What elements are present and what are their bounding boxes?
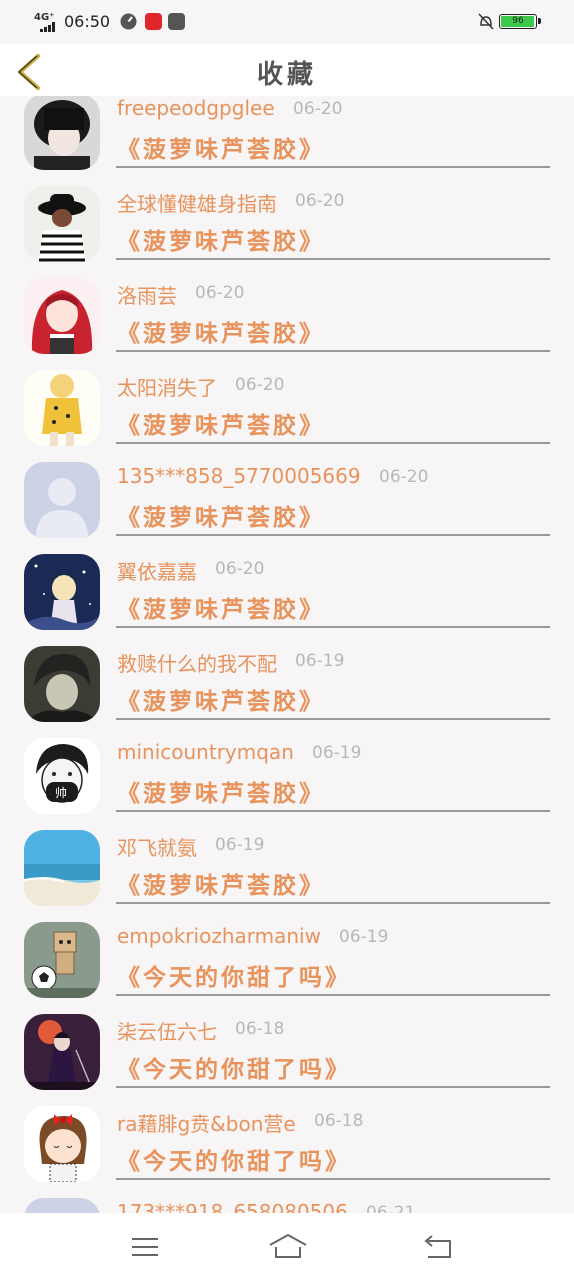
book-title-link[interactable]: 《菠萝味芦荟胶》 <box>117 682 325 716</box>
battery-icon: 96 <box>499 14 541 29</box>
book-title-link[interactable]: 《菠萝味芦荟胶》 <box>117 590 325 624</box>
book-title-link[interactable]: 《菠萝味芦荟胶》 <box>117 406 325 440</box>
user-avatar[interactable] <box>24 830 100 906</box>
favorite-row[interactable]: 太阳消失了 06-20 《菠萝味芦荟胶》 <box>0 368 574 460</box>
row-divider <box>116 442 550 444</box>
home-icon <box>269 1233 307 1258</box>
book-title-link[interactable]: 《菠萝味芦荟胶》 <box>117 130 325 164</box>
user-name[interactable]: 救赎什么的我不配 <box>117 648 277 677</box>
row-divider <box>116 1086 550 1088</box>
user-name[interactable]: 135***858_5770005669 <box>117 464 361 488</box>
user-avatar[interactable] <box>24 186 100 262</box>
signal-bars-icon <box>40 22 55 32</box>
row-divider <box>116 718 550 720</box>
svg-text:帅: 帅 <box>55 786 67 800</box>
user-name[interactable]: 173***918_658080506 <box>117 1200 348 1213</box>
favorite-row[interactable]: 全球懂健雄身指南 06-20 《菠萝味芦荟胶》 <box>0 184 574 276</box>
menu-icon <box>132 1238 158 1256</box>
user-name[interactable]: 全球懂健雄身指南 <box>117 188 277 217</box>
user-avatar[interactable] <box>24 1198 100 1213</box>
header: 收藏 <box>0 44 574 96</box>
favorite-row[interactable]: ra藉腓g贲&bon营e 06-18 《今天的你甜了吗》 <box>0 1104 574 1196</box>
favorite-date: 06-19 <box>339 927 389 947</box>
user-name[interactable]: 洛雨芸 <box>117 280 177 309</box>
book-title-link[interactable]: 《菠萝味芦荟胶》 <box>117 774 325 808</box>
book-title-link[interactable]: 《菠萝味芦荟胶》 <box>117 222 325 256</box>
user-name[interactable]: ra藉腓g贲&bon营e <box>117 1108 296 1137</box>
mute-bell-icon <box>478 13 494 30</box>
status-time: 06:50 <box>64 12 111 31</box>
row-divider <box>116 258 550 260</box>
book-title-link[interactable]: 《菠萝味芦荟胶》 <box>117 314 325 348</box>
favorite-row[interactable]: 柒云伍六七 06-18 《今天的你甜了吗》 <box>0 1012 574 1104</box>
book-title-link[interactable]: 《菠萝味芦荟胶》 <box>117 498 325 532</box>
favorite-row[interactable]: 邓飞就氨 06-19 《菠萝味芦荟胶》 <box>0 828 574 920</box>
home-button[interactable] <box>266 1231 310 1263</box>
book-title-link[interactable]: 《今天的你甜了吗》 <box>117 1142 351 1176</box>
return-button[interactable] <box>418 1231 458 1263</box>
row-divider <box>116 1178 550 1180</box>
app-notification-icon <box>145 13 162 30</box>
favorite-date: 06-20 <box>293 99 343 119</box>
favorite-row[interactable]: 翼依嘉嘉 06-20 《菠萝味芦荟胶》 <box>0 552 574 644</box>
favorite-date: 06-18 <box>314 1111 364 1131</box>
row-divider <box>116 166 550 168</box>
page-title: 收藏 <box>256 60 317 90</box>
user-name[interactable]: 翼依嘉嘉 <box>117 556 197 585</box>
user-avatar[interactable] <box>24 370 100 446</box>
row-divider <box>116 350 550 352</box>
user-avatar[interactable] <box>24 646 100 722</box>
user-avatar[interactable] <box>24 1106 100 1182</box>
row-divider <box>116 810 550 812</box>
favorite-row[interactable]: 救赎什么的我不配 06-19 《菠萝味芦荟胶》 <box>0 644 574 736</box>
favorite-row[interactable]: freepeodgpglee 06-20 《菠萝味芦荟胶》 <box>0 96 574 184</box>
book-title-link[interactable]: 《菠萝味芦荟胶》 <box>117 866 325 900</box>
user-name[interactable]: freepeodgpglee <box>117 96 275 120</box>
user-avatar[interactable] <box>24 96 100 170</box>
favorite-date: 06-20 <box>195 283 245 303</box>
speedometer-icon <box>120 13 137 30</box>
favorite-date: 06-18 <box>235 1019 285 1039</box>
favorite-row[interactable]: 135***858_5770005669 06-20 《菠萝味芦荟胶》 <box>0 460 574 552</box>
favorite-row[interactable]: empokriozharmaniw 06-19 《今天的你甜了吗》 <box>0 920 574 1012</box>
favorite-row[interactable]: 洛雨芸 06-20 《菠萝味芦荟胶》 <box>0 276 574 368</box>
favorite-date: 06-20 <box>379 467 429 487</box>
row-divider <box>116 994 550 996</box>
user-name[interactable]: 柒云伍六七 <box>117 1016 217 1045</box>
favorites-list[interactable]: freepeodgpglee 06-20 《菠萝味芦荟胶》 全球懂健雄身指南 06-20… <box>0 96 574 1213</box>
book-title-link[interactable]: 《今天的你甜了吗》 <box>117 958 351 992</box>
user-name[interactable]: 邓飞就氨 <box>117 832 197 861</box>
menu-button[interactable] <box>124 1231 164 1263</box>
user-avatar[interactable] <box>24 922 100 998</box>
favorite-row[interactable]: 173***918_658080506 06-21 <box>0 1196 574 1213</box>
favorite-date: 06-21 <box>366 1203 416 1213</box>
user-name[interactable]: minicountrymqan <box>117 740 294 764</box>
row-divider <box>116 534 550 536</box>
app-notification-icon <box>168 13 185 30</box>
favorite-row[interactable]: 帅 minicountrymqan 06-19 《菠萝味芦荟胶》 <box>0 736 574 828</box>
user-avatar[interactable] <box>24 554 100 630</box>
favorite-date: 06-19 <box>295 651 345 671</box>
user-name[interactable]: 太阳消失了 <box>117 372 217 401</box>
favorite-date: 06-20 <box>295 191 345 211</box>
user-avatar[interactable] <box>24 1014 100 1090</box>
favorite-date: 06-20 <box>235 375 285 395</box>
favorite-date: 06-19 <box>312 743 362 763</box>
book-title-link[interactable]: 《今天的你甜了吗》 <box>117 1050 351 1084</box>
return-icon <box>424 1235 451 1258</box>
favorite-date: 06-20 <box>215 559 265 579</box>
favorite-date: 06-19 <box>215 835 265 855</box>
user-avatar[interactable] <box>24 278 100 354</box>
system-nav-bar <box>0 1213 574 1280</box>
status-bar: 4G⁺ 06:50 96 <box>0 0 574 44</box>
user-avatar[interactable]: 帅 <box>24 738 100 814</box>
user-name[interactable]: empokriozharmaniw <box>117 924 321 948</box>
row-divider <box>116 902 550 904</box>
user-avatar[interactable] <box>24 462 100 538</box>
row-divider <box>116 626 550 628</box>
